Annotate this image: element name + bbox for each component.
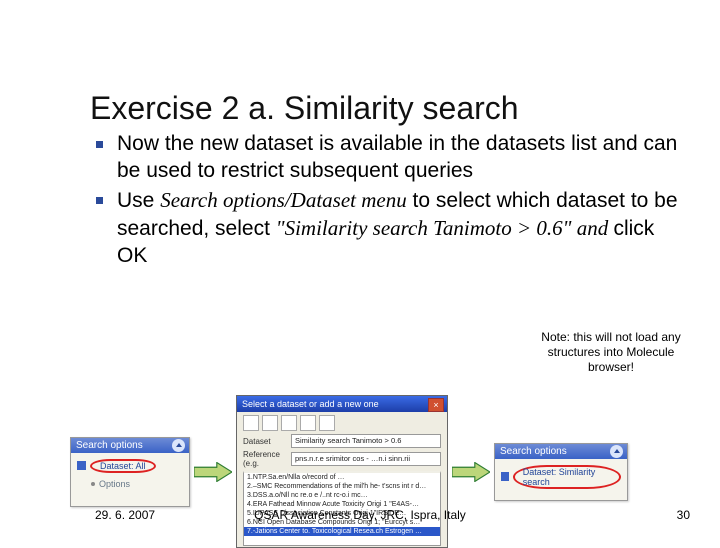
toolbar-button[interactable] [243,415,259,431]
dataset-label: Dataset: Similarity search [513,465,621,489]
arrow-right-icon [194,462,232,482]
dataset-field-label: Dataset [243,437,291,446]
dataset-select[interactable]: Similarity search Tanimoto > 0.6 [291,434,441,448]
panel-header: Search options [495,444,627,459]
toolbar-button[interactable] [319,415,335,431]
options-row[interactable]: Options [91,479,183,489]
bullet-list: Now the new dataset is available in the … [90,131,680,269]
arrow-right-icon [452,462,490,482]
dialog-toolbar [243,415,441,431]
reference-input[interactable]: pns.n.r.e srimitor cos - …n.i sinn.rii [291,452,441,466]
reference-field-label: Reference (e.g. [243,450,291,468]
page-number: 30 [677,508,690,522]
bullet-text: Use Search options/Dataset menu to selec… [117,187,680,270]
list-item[interactable]: 2.–SMC Recommendations of the mil'h he- … [244,482,440,491]
dataset-row[interactable]: Dataset: Similarity search [501,465,621,489]
dataset-icon [77,461,86,470]
dataset-icon [501,472,509,481]
slide-footer: 29. 6. 2007 QSAR Awareness Day, JRC, Isp… [0,508,720,522]
note-text: Note: this will not load any structures … [536,330,686,375]
bullet-text: Now the new dataset is available in the … [117,131,680,185]
search-options-panel-after: Search options Dataset: Similarity searc… [494,443,628,501]
bullet-marker-icon [96,197,103,204]
slide-title: Exercise 2 a. Similarity search [90,90,680,127]
select-dataset-dialog: Select a dataset or add a new one × Data… [236,395,448,548]
bullet-item: Use Search options/Dataset menu to selec… [90,187,680,270]
footer-center: QSAR Awareness Day, JRC, Ispra, Italy [0,508,720,522]
toolbar-button[interactable] [262,415,278,431]
bullet-item: Now the new dataset is available in the … [90,131,680,185]
dataset-label: Dataset: All [90,459,156,473]
bullet-marker-icon [96,141,103,148]
panel-header: Search options [71,438,189,453]
toolbar-button[interactable] [281,415,297,431]
collapse-icon[interactable] [172,439,185,452]
list-item[interactable]: 7.-Jations Center to. Toxicological Rese… [244,527,440,536]
list-item[interactable]: 3.DSS.a.o/Nll nc re.o e /..nt rc-o.i mc… [244,491,440,500]
search-options-panel-before: Search options Dataset: All Options [70,437,190,507]
dataset-row[interactable]: Dataset: All [77,459,183,473]
close-icon[interactable]: × [428,398,444,412]
list-item[interactable]: 1.NTP.Sa.en/Nlla o/record of … [244,473,440,482]
toolbar-button[interactable] [300,415,316,431]
dialog-titlebar: Select a dataset or add a new one × [237,396,447,412]
collapse-icon[interactable] [610,445,623,458]
